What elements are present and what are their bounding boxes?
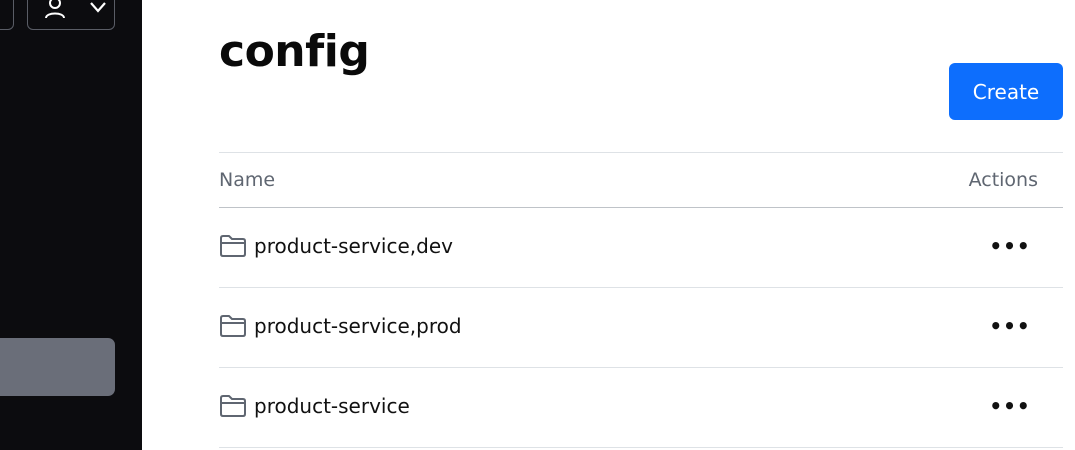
app-root: config Create Name Actions product-servi… [0,0,1075,450]
table-row[interactable]: product-service ••• [219,368,1063,448]
folder-icon [219,235,247,261]
folder-icon [219,395,247,421]
sidebar-item-active[interactable] [0,338,115,396]
chevron-down-icon [90,0,106,18]
more-actions-button[interactable]: ••• [989,234,1029,258]
more-actions-button[interactable]: ••• [989,314,1029,338]
user-menu-button[interactable] [27,0,115,30]
user-icon [44,0,66,23]
row-name-link[interactable]: product-service,dev [254,234,453,258]
row-name-link[interactable]: product-service,prod [254,314,462,338]
column-header-actions: Actions [968,169,1038,191]
config-table: Name Actions product-service,dev ••• pro… [219,152,1063,448]
table-header: Name Actions [219,153,1063,208]
sidebar-toggle-button[interactable] [0,0,14,30]
create-button[interactable]: Create [949,63,1063,120]
more-actions-button[interactable]: ••• [989,394,1029,418]
sidebar [0,0,142,450]
folder-icon [219,315,247,341]
table-row[interactable]: product-service,prod ••• [219,288,1063,368]
column-header-name: Name [219,169,276,191]
table-row[interactable]: product-service,dev ••• [219,208,1063,288]
row-name-link[interactable]: product-service [254,394,410,418]
page-title: config [219,26,370,77]
